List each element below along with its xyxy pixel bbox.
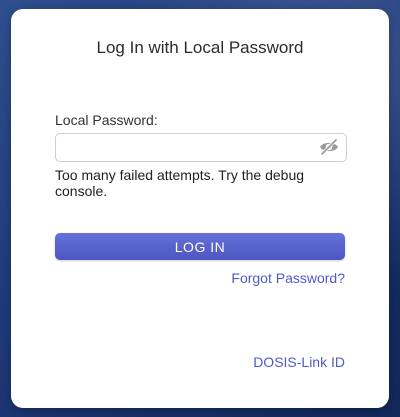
password-input[interactable] xyxy=(56,134,322,161)
login-card: Log In with Local Password Local Passwor… xyxy=(11,9,389,408)
dosis-link-id-link[interactable]: DOSIS-Link ID xyxy=(253,354,345,370)
password-field xyxy=(55,133,347,162)
login-button[interactable]: LOG IN xyxy=(55,233,345,260)
password-label: Local Password: xyxy=(55,112,158,128)
error-message: Too many failed attempts. Try the debug … xyxy=(55,167,305,199)
eye-slash-icon[interactable] xyxy=(318,137,340,157)
forgot-password-link[interactable]: Forgot Password? xyxy=(231,270,345,286)
page-title: Log In with Local Password xyxy=(96,38,304,57)
